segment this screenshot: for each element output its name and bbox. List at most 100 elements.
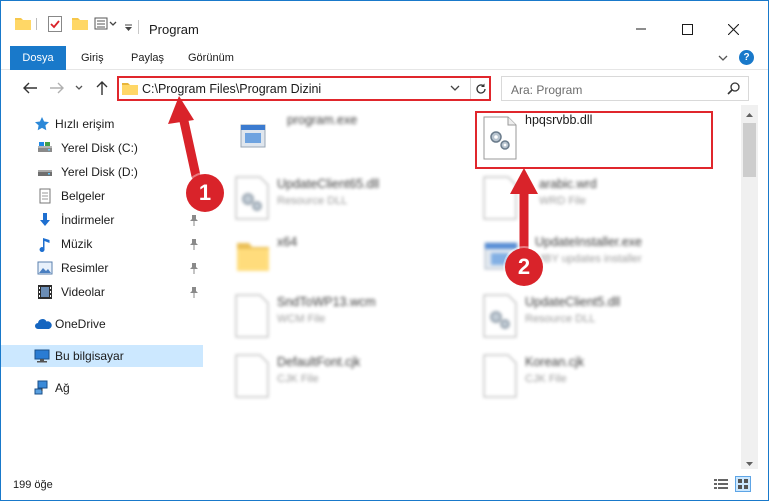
sidebar-item-label: Yerel Disk (D:) (61, 165, 138, 179)
sidebar-item-label: Ağ (55, 381, 70, 395)
exe-file-icon (233, 115, 273, 161)
pin-icon[interactable] (189, 262, 199, 277)
file-name: x64 (277, 235, 298, 249)
sidebar-item-pictures[interactable]: Resimler (1, 257, 203, 279)
sidebar-item-label: Videolar (61, 285, 105, 299)
sidebar-item-quick-access[interactable]: Hızlı erişim (1, 113, 203, 135)
status-bar: 199 öğe (1, 469, 768, 500)
drive-icon (37, 164, 53, 180)
search-placeholder: Ara: Program (511, 83, 583, 97)
sidebar-item-local-disk-d[interactable]: Yerel Disk (D:) (1, 161, 203, 183)
sidebar-item-label: Yerel Disk (C:) (61, 141, 138, 155)
file-name: UpdateInstaller.exe (535, 235, 643, 249)
file-description: Resource DLL (525, 313, 596, 325)
tab-giris[interactable]: Giriş (71, 46, 114, 70)
file-item-updateclient5-dll[interactable]: UpdateClient5.dll Resource DLL (481, 289, 721, 345)
sidebar-item-videos[interactable]: Videolar (1, 281, 203, 303)
cloud-icon (34, 316, 52, 332)
video-icon (37, 284, 53, 300)
file-item-defaultfont-cjk[interactable]: DefaultFont.cjk CJK File (233, 349, 473, 405)
network-icon (34, 380, 50, 396)
ribbon-tabs: Dosya Giriş Paylaş Görünüm ? (1, 46, 768, 70)
callout-badge-2: 2 (505, 248, 543, 286)
sidebar-item-label: İndirmeler (61, 213, 115, 227)
close-button[interactable] (710, 15, 756, 43)
pin-icon[interactable] (189, 214, 199, 229)
star-icon (34, 116, 50, 132)
sidebar-item-onedrive[interactable]: OneDrive (1, 313, 203, 335)
file-description: WRD File (539, 195, 587, 207)
folder-icon (233, 233, 273, 279)
sidebar-item-label: Müzik (61, 237, 93, 251)
file-item-program-exe[interactable]: program.exe (233, 111, 473, 167)
pin-icon[interactable] (189, 286, 199, 301)
title-separator (138, 20, 139, 34)
scrollbar-thumb[interactable] (743, 123, 756, 177)
window-title: Program (149, 22, 199, 37)
file-name: DefaultFont.cjk (277, 355, 361, 369)
properties-icon[interactable] (48, 16, 62, 32)
drive-icon (37, 140, 53, 156)
sidebar-item-label: Hızlı erişim (55, 117, 115, 131)
new-folder-icon[interactable] (72, 16, 88, 32)
file-item-updateclient65-dll[interactable]: UpdateClient65.dll Resource DLL (233, 171, 473, 227)
sidebar-item-label: Resimler (61, 261, 109, 275)
expand-ribbon-icon[interactable] (718, 52, 728, 66)
sidebar-item-this-pc[interactable]: Bu bilgisayar (1, 345, 203, 367)
help-icon[interactable]: ? (739, 50, 754, 65)
details-view-icon[interactable] (713, 476, 729, 492)
sidebar-item-music[interactable]: Müzik (1, 233, 203, 255)
scroll-up-icon[interactable] (745, 109, 754, 118)
tab-dosya[interactable]: Dosya (10, 46, 66, 70)
file-highlight-box (475, 111, 713, 169)
computer-icon (34, 348, 50, 364)
file-name: UpdateClient5.dll (525, 295, 621, 309)
large-icons-view-icon[interactable] (735, 476, 751, 492)
search-input[interactable]: Ara: Program (501, 76, 749, 101)
navigation-bar: C:\Program Files\Program Dizini Ara: Pro… (1, 73, 768, 103)
file-name: SndToWP13.wcm (277, 295, 376, 309)
recent-locations-icon[interactable] (73, 79, 85, 97)
chevron-down-icon[interactable] (124, 21, 133, 37)
file-name: Korean.cjk (525, 355, 585, 369)
separator (36, 18, 37, 30)
sidebar-item-downloads[interactable]: İndirmeler (1, 209, 203, 231)
sidebar-item-label: Bu bilgisayar (55, 349, 124, 363)
pin-icon[interactable] (189, 238, 199, 253)
documents-icon (37, 188, 53, 204)
up-arrow-icon[interactable] (93, 79, 111, 97)
sidebar-item-label: Belgeler (61, 189, 106, 203)
customize-toolbar-icon[interactable] (94, 16, 120, 32)
file-item-arabic-wrd[interactable]: arabic.wrd WRD File (481, 171, 721, 227)
file-name: program.exe (287, 113, 358, 127)
file-icon (233, 293, 273, 339)
music-icon (37, 236, 53, 253)
callout-badge-1: 1 (186, 174, 224, 212)
back-arrow-icon[interactable] (21, 79, 39, 97)
sidebar-item-network[interactable]: Ağ (1, 377, 203, 399)
item-count: 199 öğe (13, 479, 53, 491)
sidebar-item-documents[interactable]: Belgeler (1, 185, 203, 207)
scroll-down-icon[interactable] (745, 457, 754, 466)
tab-gorunum[interactable]: Görünüm (178, 46, 244, 70)
file-item-korean-cjk[interactable]: Korean.cjk CJK File (481, 349, 721, 405)
file-description: MBY updates installer (535, 253, 642, 265)
file-name: arabic.wrd (539, 177, 597, 191)
file-description: CJK File (525, 373, 567, 385)
minimize-button[interactable] (618, 15, 664, 43)
file-description: Resource DLL (277, 195, 348, 207)
tab-paylas[interactable]: Paylaş (121, 46, 174, 70)
file-name: UpdateClient65.dll (277, 177, 380, 191)
sidebar-item-local-disk-c[interactable]: Yerel Disk (C:) (1, 137, 203, 159)
file-icon (481, 353, 521, 399)
sidebar-item-label: OneDrive (55, 317, 106, 331)
folder-icon (15, 16, 31, 32)
forward-arrow-icon[interactable] (48, 79, 66, 97)
address-highlight-box (117, 76, 491, 101)
search-icon[interactable] (727, 82, 740, 98)
file-item-x64[interactable]: x64 (233, 229, 473, 285)
file-description: WCM File (277, 313, 326, 325)
maximize-button[interactable] (664, 15, 710, 43)
file-item-sndtowp13-wcm[interactable]: SndToWP13.wcm WCM File (233, 289, 473, 345)
vertical-scrollbar[interactable] (741, 105, 758, 469)
